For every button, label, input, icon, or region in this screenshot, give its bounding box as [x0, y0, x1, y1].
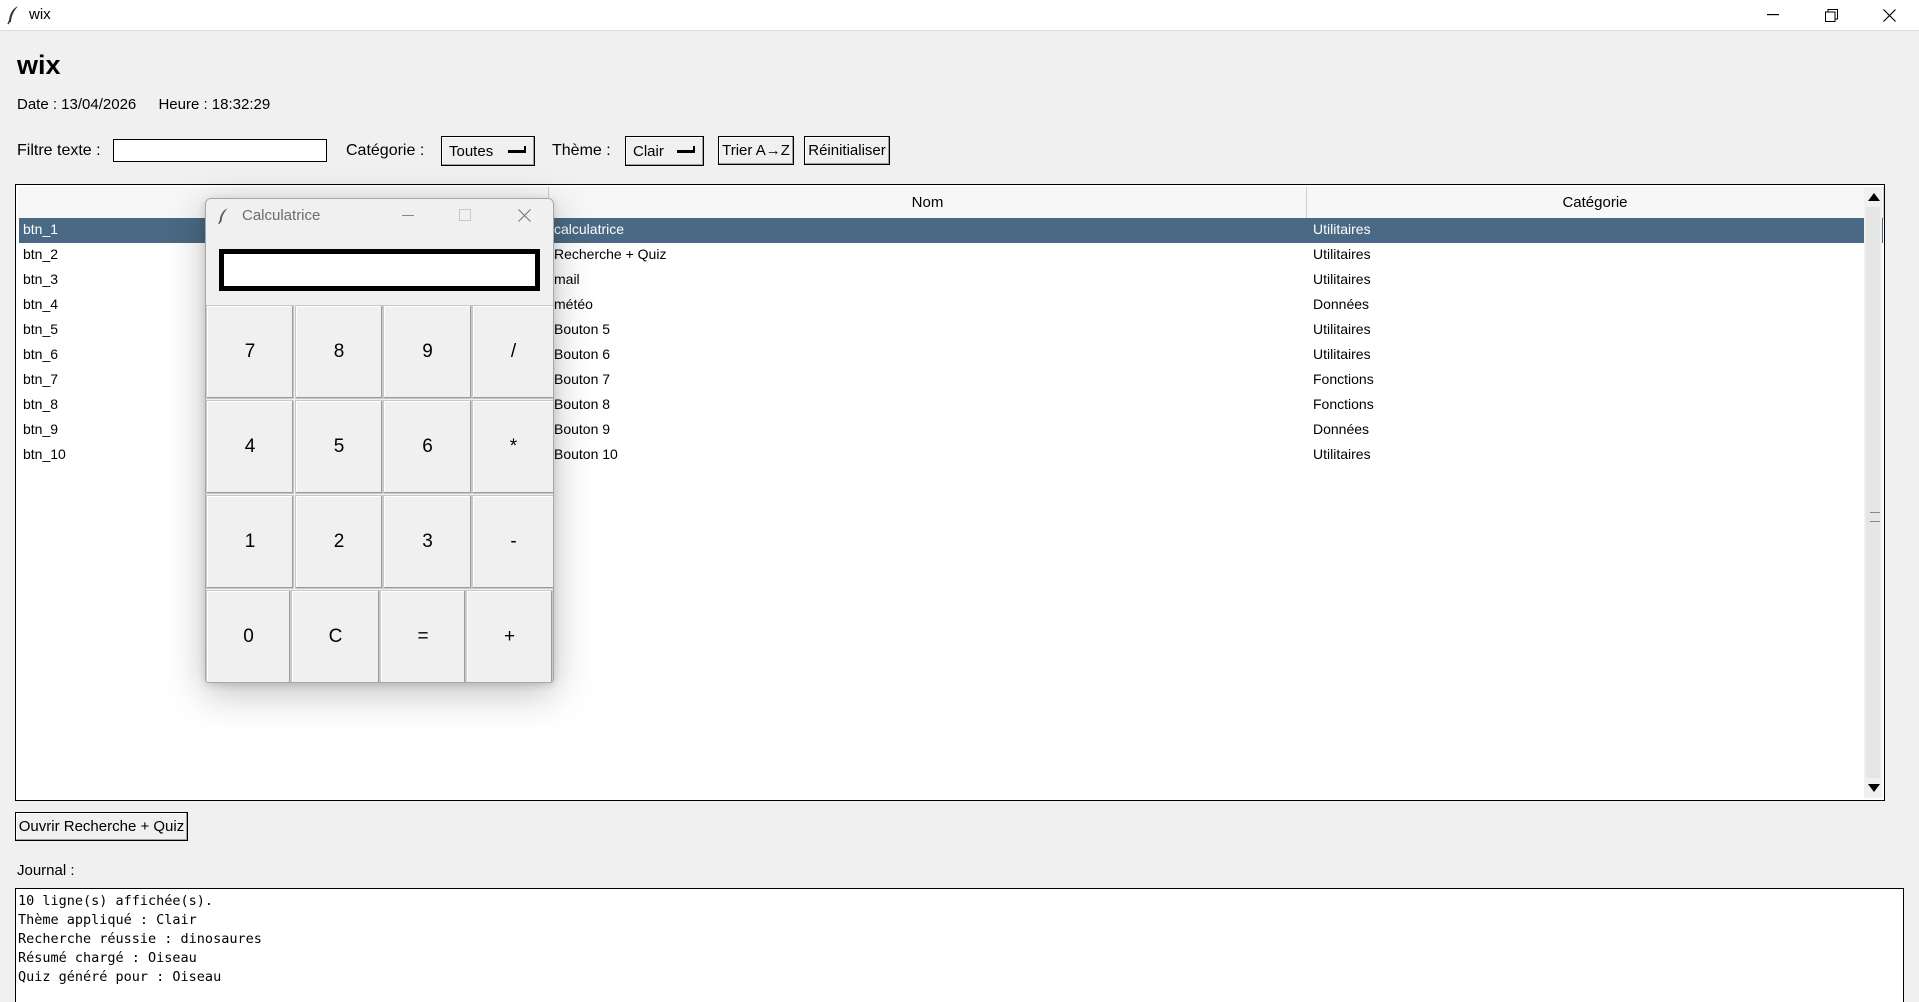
- reset-button[interactable]: Réinitialiser: [804, 136, 890, 165]
- column-header-nom[interactable]: Nom: [549, 187, 1307, 219]
- calc-key-5[interactable]: 5: [295, 400, 383, 494]
- text-filter-input[interactable]: [113, 139, 327, 162]
- cell-nom: mail: [554, 271, 580, 287]
- calc-key-6[interactable]: 6: [383, 400, 472, 494]
- restore-button[interactable]: [1802, 0, 1860, 30]
- cell-categorie: Utilitaires: [1313, 346, 1371, 362]
- app-heading: wix: [17, 50, 61, 80]
- calc-key-equals[interactable]: =: [380, 590, 466, 682]
- text-filter-label: Filtre texte :: [17, 142, 101, 159]
- theme-label: Thème :: [552, 142, 611, 159]
- sort-az-button[interactable]: Trier A→Z: [718, 136, 794, 165]
- calc-key-multiply[interactable]: *: [472, 400, 553, 494]
- calc-key-4[interactable]: 4: [206, 400, 294, 494]
- calc-key-7[interactable]: 7: [206, 305, 294, 399]
- calc-key-1[interactable]: 1: [206, 495, 294, 589]
- cell-categorie: Données: [1313, 296, 1370, 312]
- cell-categorie: Utilitaires: [1313, 446, 1371, 462]
- cell-nom: Recherche + Quiz: [554, 246, 667, 262]
- close-icon: [1882, 8, 1896, 22]
- calc-key-divide[interactable]: /: [472, 305, 553, 399]
- calc-key-2[interactable]: 2: [295, 495, 383, 589]
- window-title: wix: [29, 6, 51, 23]
- cell-id: btn_1: [23, 221, 59, 237]
- cell-nom: Bouton 5: [554, 321, 611, 337]
- theme-dropdown[interactable]: Clair: [625, 136, 704, 166]
- cell-id: btn_2: [23, 246, 59, 262]
- cell-categorie: Données: [1313, 421, 1370, 437]
- category-value: Toutes: [449, 142, 494, 160]
- journal-line: Résumé chargé : Oiseau: [18, 950, 197, 966]
- cell-id: btn_7: [23, 371, 59, 387]
- column-header-categorie[interactable]: Catégorie: [1307, 187, 1884, 219]
- cell-nom: calculatrice: [554, 221, 625, 237]
- calc-key-0[interactable]: 0: [206, 590, 291, 682]
- open-search-quiz-button[interactable]: Ouvrir Recherche + Quiz: [15, 812, 188, 841]
- datetime-row: Date : 13/04/2026 Heure : 18:32:29: [17, 96, 288, 113]
- cell-id: btn_4: [23, 296, 59, 312]
- calc-key-3[interactable]: 3: [383, 495, 472, 589]
- cell-categorie: Utilitaires: [1313, 271, 1371, 287]
- calculator-display[interactable]: [219, 249, 540, 291]
- time-label: Heure : 18:32:29: [158, 96, 271, 113]
- scroll-up-icon[interactable]: [1868, 193, 1880, 201]
- calc-key-clear[interactable]: C: [291, 590, 380, 682]
- calc-key-subtract[interactable]: -: [472, 495, 553, 589]
- journal-line: Recherche réussie : dinosaures: [18, 931, 262, 947]
- cell-id: btn_5: [23, 321, 59, 337]
- feather-icon: [7, 6, 18, 25]
- restore-icon: [1824, 8, 1838, 22]
- minimize-icon[interactable]: [402, 215, 414, 217]
- theme-value: Clair: [633, 142, 664, 160]
- cell-nom: météo: [554, 296, 593, 312]
- cell-id: btn_3: [23, 271, 59, 287]
- feather-icon: [218, 208, 228, 225]
- scrollbar-thumb[interactable]: [1866, 207, 1880, 778]
- cell-categorie: Utilitaires: [1313, 321, 1371, 337]
- calc-key-add[interactable]: +: [466, 590, 553, 682]
- cell-categorie: Utilitaires: [1313, 221, 1371, 237]
- journal-log[interactable]: 10 ligne(s) affichée(s). Thème appliqué …: [15, 888, 1904, 1002]
- dropdown-indicator-icon: [677, 146, 695, 153]
- calc-key-8[interactable]: 8: [295, 305, 383, 399]
- cell-id: btn_6: [23, 346, 59, 362]
- cell-nom: Bouton 10: [554, 446, 618, 462]
- journal-line: Thème appliqué : Clair: [18, 912, 197, 928]
- cell-id: btn_8: [23, 396, 59, 412]
- category-dropdown[interactable]: Toutes: [441, 136, 535, 166]
- date-label: Date : 13/04/2026: [17, 96, 137, 113]
- calculator-title: Calculatrice: [242, 207, 321, 224]
- table-scrollbar[interactable]: [1864, 187, 1882, 798]
- cell-id: btn_10: [23, 446, 66, 462]
- scroll-down-icon[interactable]: [1868, 784, 1880, 792]
- calc-key-9[interactable]: 9: [383, 305, 472, 399]
- cell-categorie: Fonctions: [1313, 371, 1374, 387]
- window-titlebar: wix: [0, 0, 1919, 31]
- cell-id: btn_9: [23, 421, 59, 437]
- dropdown-indicator-icon: [508, 146, 526, 153]
- maximize-icon[interactable]: [459, 209, 471, 221]
- calculator-titlebar[interactable]: Calculatrice: [206, 199, 553, 233]
- cell-categorie: Utilitaires: [1313, 246, 1371, 262]
- journal-line: 10 ligne(s) affichée(s).: [18, 893, 214, 909]
- grip-icon: [1870, 512, 1880, 522]
- cell-nom: Bouton 6: [554, 346, 611, 362]
- cell-categorie: Fonctions: [1313, 396, 1374, 412]
- calculator-window[interactable]: Calculatrice 7 8 9/ 4 5 6 * 1 2 3- 0 C = +: [205, 198, 554, 683]
- category-label: Catégorie :: [346, 142, 425, 159]
- minimize-button[interactable]: [1744, 0, 1802, 30]
- close-button[interactable]: [1860, 0, 1918, 30]
- journal-line: Quiz généré pour : Oiseau: [18, 969, 222, 985]
- minimize-icon: [1767, 14, 1779, 16]
- cell-nom: Bouton 7: [554, 371, 611, 387]
- journal-label: Journal :: [17, 862, 75, 879]
- close-icon[interactable]: [518, 209, 531, 222]
- cell-nom: Bouton 8: [554, 396, 611, 412]
- cell-nom: Bouton 9: [554, 421, 611, 437]
